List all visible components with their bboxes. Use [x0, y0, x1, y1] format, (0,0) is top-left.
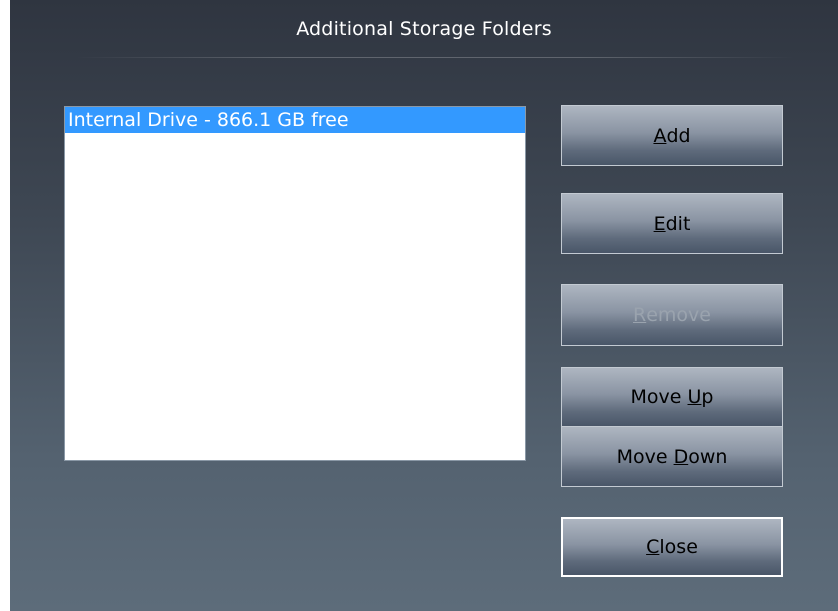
dialog-title: Additional Storage Folders: [296, 18, 552, 40]
close-access-key: C: [646, 536, 660, 558]
move-up-access-key: U: [687, 386, 702, 408]
edit-button[interactable]: Edit: [561, 193, 783, 254]
move-down-prefix: Move: [616, 445, 674, 468]
storage-folders-dialog: Additional Storage Folders Internal Driv…: [10, 0, 838, 611]
title-divider: [75, 57, 795, 58]
edit-access-key: E: [653, 212, 666, 235]
remove-button[interactable]: Remove: [561, 284, 783, 346]
add-label-rest: dd: [666, 124, 691, 147]
move-down-access-key: D: [673, 445, 689, 468]
close-label-rest: lose: [659, 536, 698, 558]
move-up-label-rest: p: [701, 386, 714, 408]
edit-label-rest: dit: [665, 212, 691, 235]
close-button[interactable]: Close: [561, 517, 783, 577]
list-item[interactable]: Internal Drive - 866.1 GB free: [65, 107, 525, 133]
move-down-label-rest: own: [688, 445, 728, 468]
move-up-button[interactable]: Move Up: [561, 367, 783, 427]
move-down-button[interactable]: Move Down: [561, 426, 783, 487]
storage-folder-list[interactable]: Internal Drive - 866.1 GB free: [64, 106, 526, 461]
move-up-prefix: Move: [630, 386, 688, 408]
add-access-key: A: [653, 124, 667, 147]
remove-label-rest: emove: [646, 304, 711, 326]
list-item-label: Internal Drive - 866.1 GB free: [68, 109, 349, 131]
add-button[interactable]: Add: [561, 105, 783, 166]
remove-access-key: R: [633, 304, 647, 326]
